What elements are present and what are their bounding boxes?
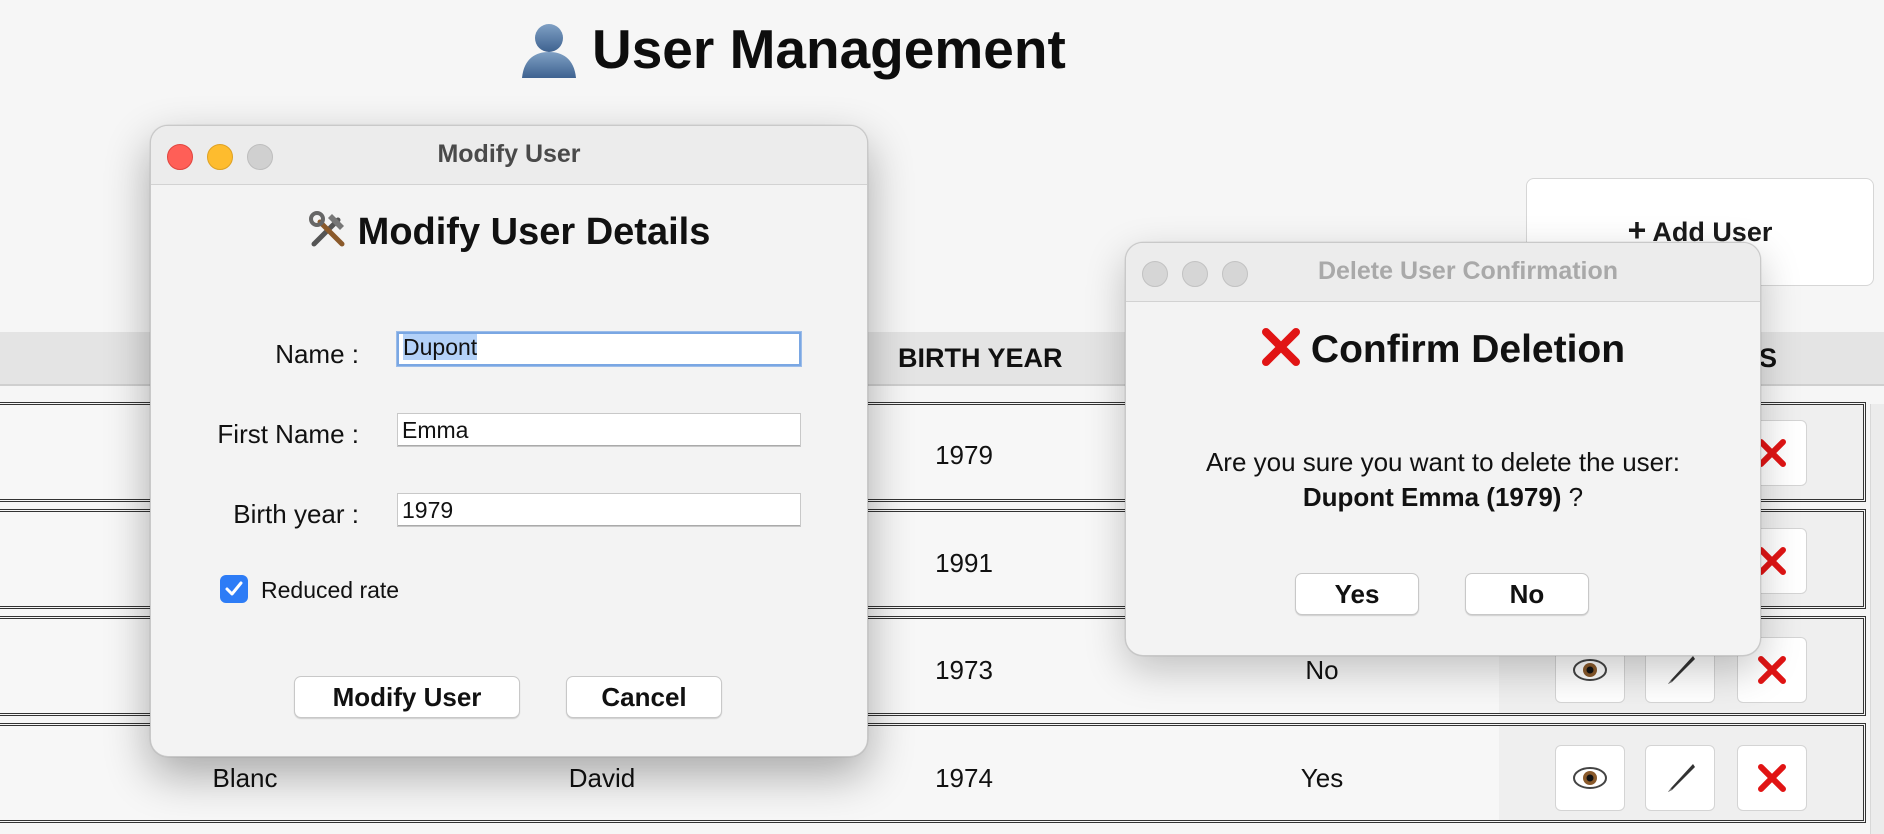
no-button[interactable]: No	[1465, 573, 1589, 615]
first-name-field[interactable]	[397, 413, 801, 447]
delete-dialog-heading: Confirm Deletion	[1126, 327, 1760, 372]
eye-icon	[1573, 659, 1607, 681]
modify-dialog-heading-text: Modify User Details	[357, 211, 711, 253]
page-title: User Management	[518, 14, 1066, 84]
name-label: Name :	[275, 339, 359, 369]
column-header-actions: S	[1759, 343, 1778, 373]
modify-dialog-heading: Modify User Details	[151, 210, 867, 254]
delete-dialog-heading-text: Confirm Deletion	[1310, 328, 1626, 371]
birth-year-field[interactable]	[397, 493, 801, 527]
modify-user-dialog: Modify User Modify User Details Name : D…	[150, 125, 868, 757]
cell-first-name: David	[568, 763, 636, 793]
cell-birth-year: 1974	[935, 763, 993, 793]
reduced-rate-checkbox[interactable]	[220, 575, 248, 603]
view-button[interactable]	[1555, 745, 1625, 811]
birth-year-label: Birth year :	[233, 499, 359, 529]
delete-user-name: Dupont Emma (1979)	[1302, 482, 1562, 512]
name-field-value: Dupont	[403, 334, 478, 360]
modify-dialog-title: Modify User	[437, 140, 581, 168]
cell-birth-year: 1991	[935, 548, 993, 578]
delete-dialog-title: Delete User Confirmation	[1317, 257, 1619, 285]
cell-reduced-rate: No	[1305, 655, 1339, 685]
table-scrollbar[interactable]	[1870, 404, 1884, 834]
cell-name: Blanc	[212, 763, 278, 793]
yes-button[interactable]: Yes	[1295, 573, 1419, 615]
pen-icon	[1668, 656, 1695, 684]
reduced-rate-label: Reduced rate	[261, 577, 400, 603]
column-header-birth-year: BIRTH YEAR	[898, 343, 1063, 373]
red-x-icon	[1261, 328, 1300, 366]
eye-icon	[1573, 767, 1607, 789]
checkmark-icon	[225, 581, 243, 596]
delete-button[interactable]	[1737, 745, 1807, 811]
user-silhouette-icon	[522, 24, 576, 78]
modify-user-button[interactable]: Modify User	[294, 676, 520, 718]
red-x-icon	[1758, 547, 1786, 575]
delete-dialog-titlebar[interactable]: Delete User Confirmation	[1126, 243, 1760, 302]
delete-user-line: Dupont Emma (1979) ?	[1126, 482, 1760, 513]
cell-birth-year: 1973	[935, 655, 993, 685]
first-name-label: First Name :	[217, 419, 359, 449]
cell-reduced-rate: Yes	[1300, 763, 1344, 793]
question-mark: ?	[1561, 482, 1584, 512]
red-x-icon	[1758, 764, 1786, 792]
delete-confirmation-dialog: Delete User Confirmation Confirm Deletio…	[1125, 242, 1761, 656]
modify-dialog-titlebar[interactable]: Modify User	[151, 126, 867, 185]
red-x-icon	[1758, 656, 1786, 684]
cancel-button[interactable]: Cancel	[566, 676, 722, 718]
page-title-text: User Management	[592, 18, 1066, 80]
red-x-icon	[1758, 439, 1786, 467]
delete-question: Are you sure you want to delete the user…	[1205, 447, 1681, 477]
name-field[interactable]: Dupont	[397, 332, 801, 366]
pen-icon	[1668, 764, 1695, 792]
hammer-wrench-icon	[308, 211, 345, 247]
edit-button[interactable]	[1645, 745, 1715, 811]
cell-birth-year: 1979	[935, 440, 993, 470]
